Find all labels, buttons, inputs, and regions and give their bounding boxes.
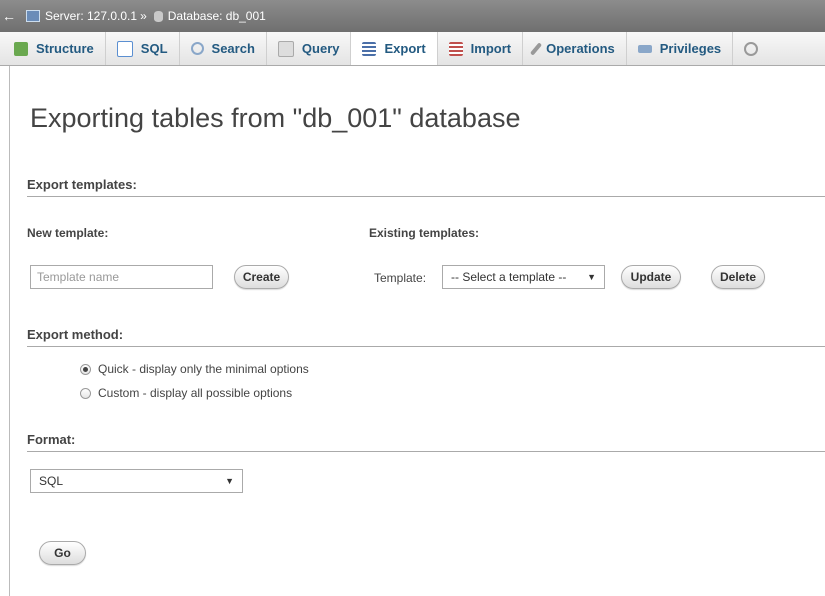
content-left-border xyxy=(9,54,10,596)
format-select[interactable]: SQL ▼ xyxy=(30,469,243,493)
tab-search[interactable]: Search xyxy=(180,32,267,65)
tab-export-label: Export xyxy=(384,41,426,56)
tab-privileges-label: Privileges xyxy=(659,41,722,56)
sql-icon xyxy=(116,40,133,57)
tab-structure[interactable]: Structure xyxy=(0,32,106,65)
export-method-quick-label[interactable]: Quick - display only the minimal options xyxy=(98,362,309,376)
breadcrumb-database-label[interactable]: Database: db_001 xyxy=(168,9,266,23)
search-icon xyxy=(190,42,204,55)
tab-query-label: Query xyxy=(301,41,340,56)
template-select[interactable]: -- Select a template -- ▼ xyxy=(442,265,605,289)
breadcrumb-database[interactable]: Database: db_001 xyxy=(150,9,266,23)
tab-import[interactable]: Import xyxy=(438,32,524,65)
format-heading: Format: xyxy=(27,432,825,452)
tab-bar: Structure SQL Search Query Export Import… xyxy=(0,32,825,66)
tab-operations[interactable]: Operations xyxy=(523,32,627,65)
export-icon xyxy=(362,41,377,56)
update-template-button[interactable]: Update xyxy=(621,265,681,289)
tab-sql-label: SQL xyxy=(140,41,168,56)
format-select-value: SQL xyxy=(39,474,64,488)
privileges-icon xyxy=(637,44,652,53)
tab-search-label: Search xyxy=(211,41,255,56)
import-icon xyxy=(448,41,463,56)
tab-query[interactable]: Query xyxy=(267,32,352,65)
tab-operations-label: Operations xyxy=(546,41,615,56)
routines-icon xyxy=(744,41,759,56)
tab-sql[interactable]: SQL xyxy=(106,32,180,65)
radio-quick[interactable] xyxy=(80,363,91,375)
tab-import-label: Import xyxy=(470,41,512,56)
tab-export[interactable]: Export xyxy=(351,32,438,65)
delete-template-button[interactable]: Delete xyxy=(711,265,765,289)
template-name-input[interactable] xyxy=(30,265,213,289)
template-select-label: Template: xyxy=(374,271,427,285)
page-title: Exporting tables from "db_001" database xyxy=(30,103,521,133)
export-method-heading: Export method: xyxy=(27,327,825,347)
template-select-value: -- Select a template -- xyxy=(451,270,567,284)
tab-routines[interactable] xyxy=(733,32,769,65)
new-template-label: New template: xyxy=(27,226,109,240)
back-arrow-icon[interactable]: ← xyxy=(0,8,18,24)
query-icon xyxy=(277,40,294,57)
breadcrumb-separator: » xyxy=(140,9,147,23)
export-method-custom[interactable]: Custom - display all possible options xyxy=(80,386,292,400)
tab-structure-label: Structure xyxy=(36,41,94,56)
export-method-quick[interactable]: Quick - display only the minimal options xyxy=(80,362,309,376)
structure-icon xyxy=(14,41,28,56)
export-method-custom-label[interactable]: Custom - display all possible options xyxy=(98,386,292,400)
database-icon xyxy=(153,10,163,22)
wrench-icon xyxy=(530,41,543,56)
breadcrumb: ← Server: 127.0.0.1 » Database: db_001 xyxy=(0,0,825,32)
dropdown-caret-icon: ▼ xyxy=(225,476,234,486)
breadcrumb-server-label[interactable]: Server: 127.0.0.1 xyxy=(45,9,137,23)
breadcrumb-server[interactable]: Server: 127.0.0.1 xyxy=(18,9,137,23)
export-templates-heading: Export templates: xyxy=(27,177,825,197)
dropdown-caret-icon: ▼ xyxy=(587,272,596,282)
existing-templates-label: Existing templates: xyxy=(369,226,480,240)
server-icon xyxy=(26,10,40,22)
create-template-button[interactable]: Create xyxy=(234,265,289,289)
tab-privileges[interactable]: Privileges xyxy=(627,32,734,65)
radio-custom[interactable] xyxy=(80,387,91,399)
go-button[interactable]: Go xyxy=(39,541,86,565)
